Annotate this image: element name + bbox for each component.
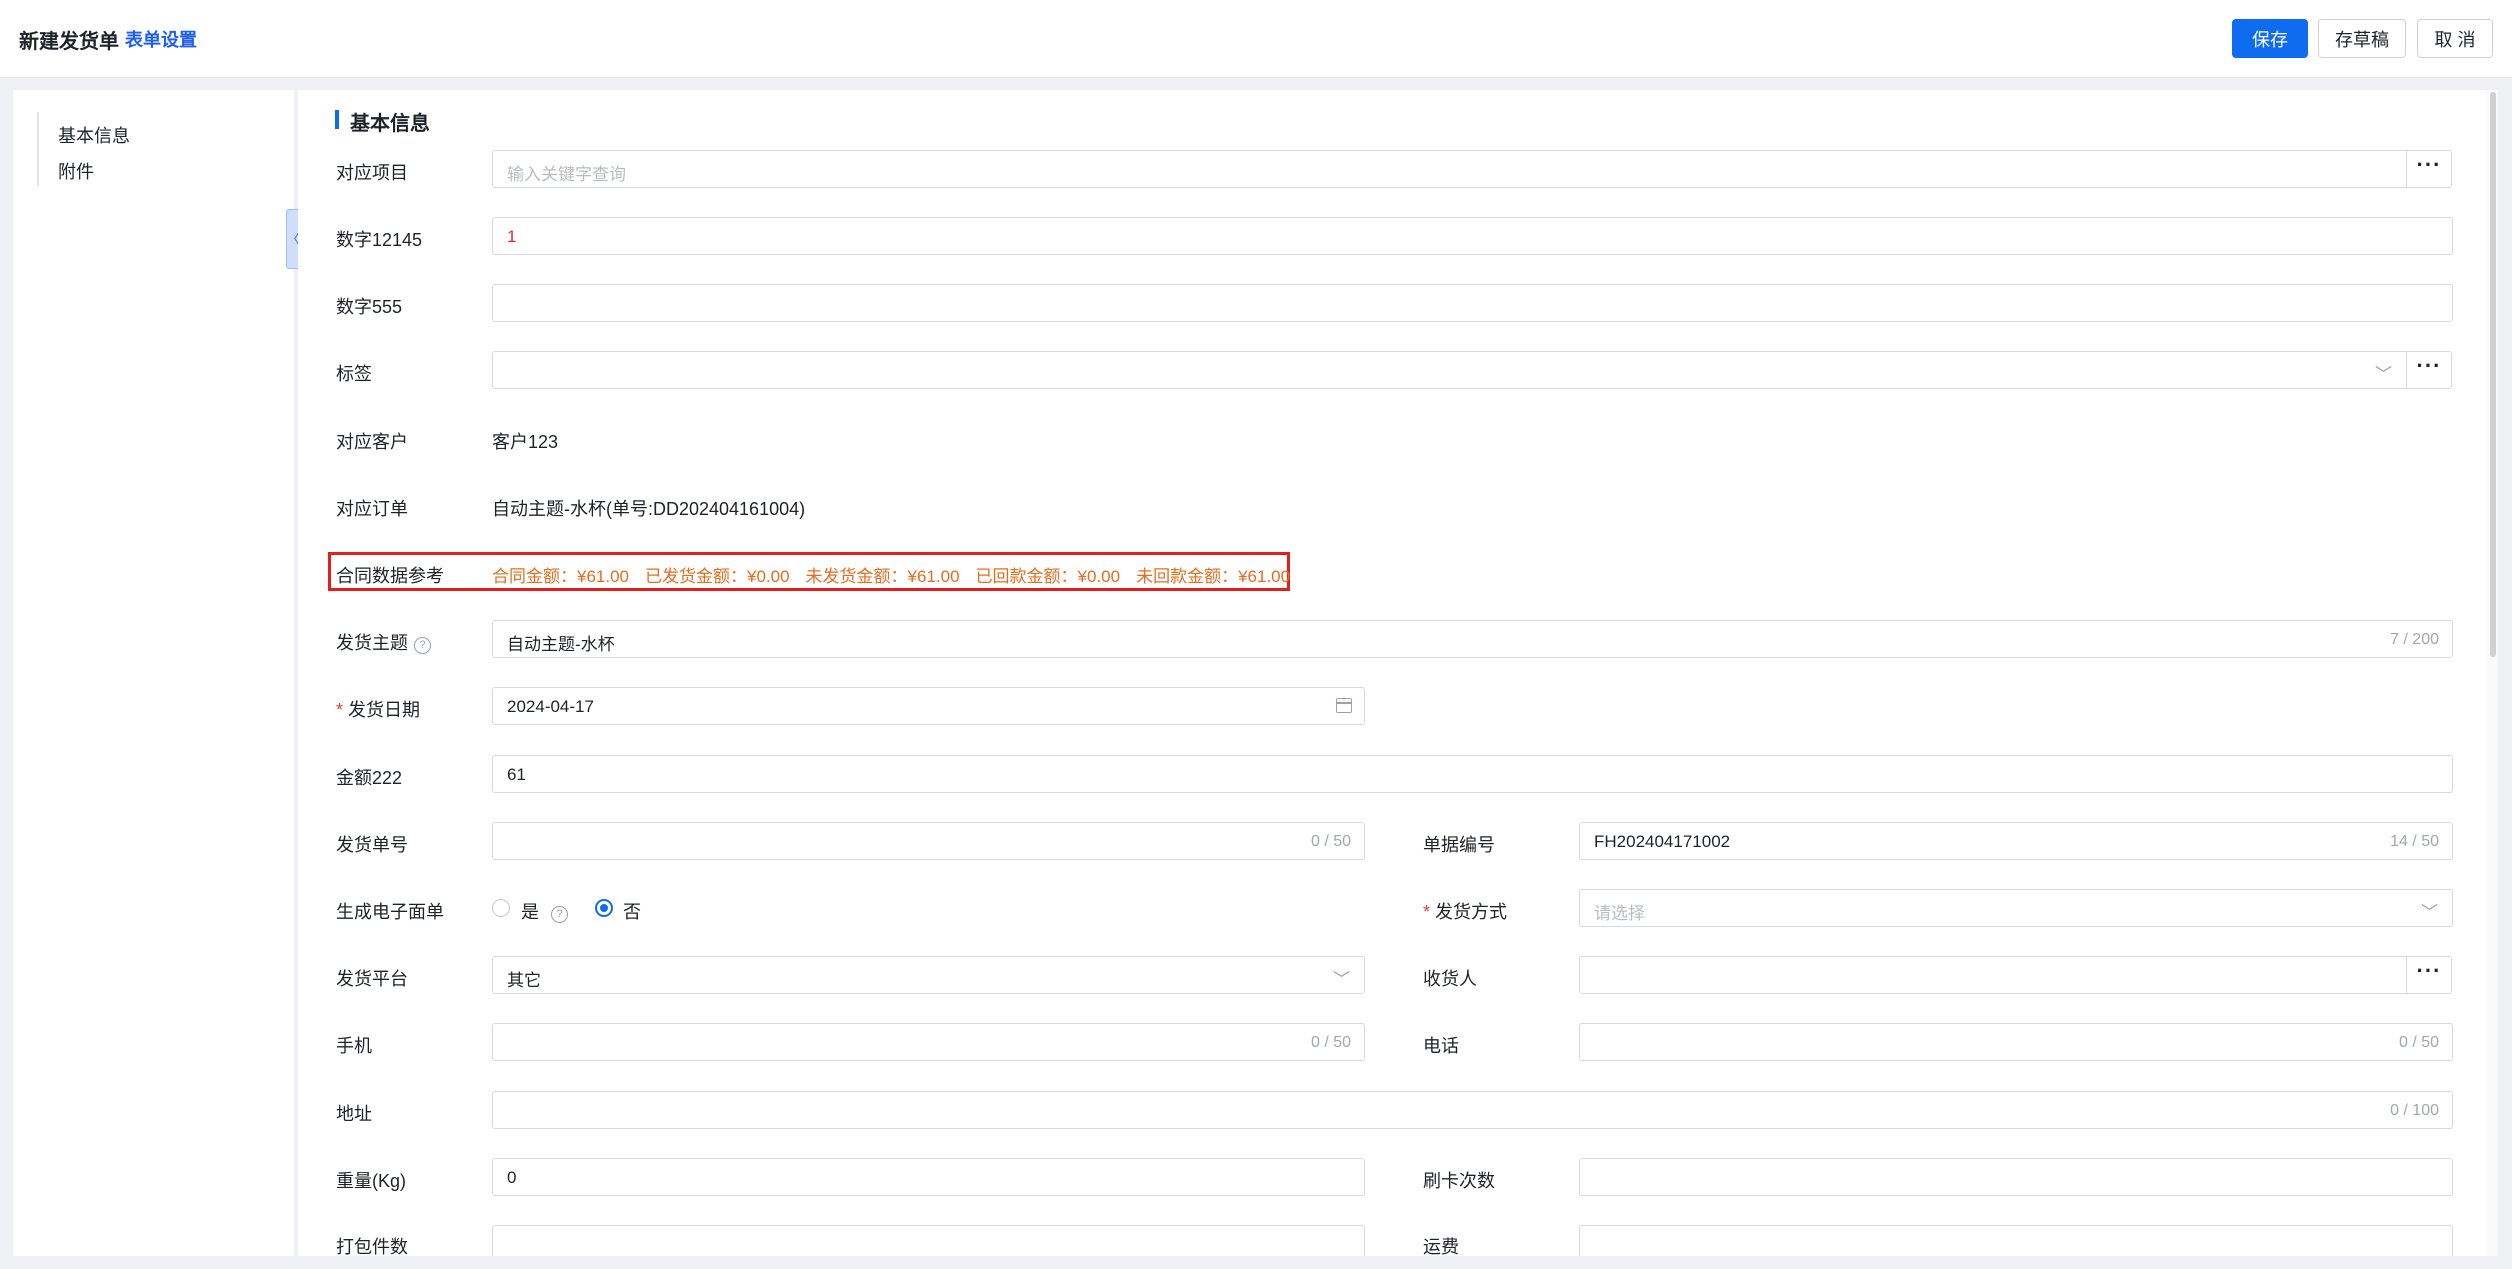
tags-label: 标签 (336, 364, 372, 384)
section-title: 基本信息 (350, 113, 430, 135)
form-settings-link[interactable]: 表单设置 (125, 26, 197, 52)
receiver-more-button[interactable]: ··· (2406, 956, 2452, 994)
contract-ref-label: 合同数据参考 (336, 566, 444, 586)
mobile-input[interactable]: 0 / 50 (492, 1023, 1365, 1061)
project-placeholder: 输入关键字查询 (507, 165, 626, 184)
num12145-value: 1 (507, 227, 517, 246)
doc-no-label: 单据编号 (1423, 835, 1495, 855)
nav-item-attachments[interactable]: 附件 (58, 158, 94, 184)
ship-method-label: * 发货方式 (1423, 902, 1508, 922)
doc-no-counter: 14 / 50 (2390, 833, 2439, 850)
nav-item-basic-info[interactable]: 基本信息 (58, 122, 130, 148)
e-waybill-yes-radio[interactable] (492, 899, 510, 917)
cancel-button[interactable]: 取 消 (2417, 19, 2493, 58)
project-more-button[interactable]: ··· (2406, 150, 2452, 188)
help-icon[interactable]: ? (414, 637, 431, 654)
ship-method-placeholder: 请选择 (1594, 904, 1645, 923)
num555-input[interactable] (492, 284, 2453, 322)
freight-input[interactable] (1579, 1225, 2453, 1256)
calendar-icon (1336, 698, 1352, 713)
project-search-input[interactable]: 输入关键字查询 (492, 150, 2407, 188)
received-amount: 已回款金额：¥0.00 (975, 567, 1121, 586)
order-label: 对应订单 (336, 499, 408, 519)
scrollbar-thumb[interactable] (2490, 92, 2496, 657)
weight-label: 重量(Kg) (336, 1171, 407, 1191)
ship-date-value: 2024-04-17 (507, 697, 594, 716)
platform-select[interactable]: 其它 ﹀ (492, 956, 1365, 994)
ship-no-label: 发货单号 (336, 835, 408, 855)
ship-no-counter: 0 / 50 (1310, 833, 1351, 850)
tags-more-button[interactable]: ··· (2406, 351, 2452, 389)
nav-indicator-line (37, 112, 39, 186)
ship-method-select[interactable]: 请选择 ﹀ (1579, 889, 2453, 927)
card-times-input[interactable] (1579, 1158, 2453, 1196)
subject-input[interactable]: 自动主题-水杯 7 / 200 (492, 620, 2453, 658)
amount-input[interactable]: 61 (492, 755, 2453, 793)
help-icon[interactable]: ? (551, 906, 568, 923)
weight-input[interactable]: 0 (492, 1158, 1365, 1196)
e-waybill-yes-label: 是? (521, 898, 568, 924)
freight-label: 运费 (1423, 1237, 1459, 1257)
packages-label: 打包件数 (336, 1237, 408, 1257)
doc-no-input[interactable]: FH202404171002 14 / 50 (1579, 822, 2453, 860)
e-waybill-label: 生成电子面单 (336, 902, 444, 922)
mobile-counter: 0 / 50 (1310, 1034, 1351, 1051)
save-draft-button[interactable]: 存草稿 (2318, 19, 2406, 58)
num555-label: 数字555 (336, 297, 403, 317)
platform-label: 发货平台 (336, 969, 408, 989)
ship-date-picker[interactable]: 2024-04-17 (492, 687, 1365, 725)
mobile-label: 手机 (336, 1036, 372, 1056)
subject-counter: 7 / 200 (2390, 631, 2439, 648)
weight-value: 0 (507, 1168, 517, 1187)
save-button[interactable]: 保存 (2232, 19, 2308, 58)
e-waybill-no-label: 否 (623, 902, 641, 922)
e-waybill-no-radio[interactable] (595, 899, 613, 917)
ship-no-input[interactable]: 0 / 50 (492, 822, 1365, 860)
order-value: 自动主题-水杯(单号:DD202404161004) (492, 499, 806, 519)
chevron-down-icon: ﹀ (1333, 970, 1350, 989)
amount-label: 金额222 (336, 768, 403, 788)
receiver-label: 收货人 (1423, 969, 1477, 989)
ship-date-label: * 发货日期 (336, 700, 421, 720)
contract-ref-values: 合同金额：¥61.00 已发货金额：¥0.00 未发货金额：¥61.00 已回款金额：… (492, 562, 1306, 587)
packages-input[interactable] (492, 1225, 1365, 1256)
chevron-down-icon: ﹀ (2421, 903, 2438, 922)
platform-value: 其它 (507, 971, 541, 990)
subject-value: 自动主题-水杯 (507, 635, 615, 654)
num12145-input[interactable]: 1 (492, 217, 2453, 255)
doc-no-value: FH202404171002 (1594, 832, 1731, 851)
customer-value: 客户123 (492, 432, 559, 452)
subject-label: 发货主题? (336, 629, 431, 655)
chevron-down-icon: ﹀ (2375, 365, 2392, 384)
project-label: 对应项目 (336, 163, 408, 183)
receiver-input[interactable] (1579, 956, 2407, 994)
address-input[interactable]: 0 / 100 (492, 1091, 2453, 1129)
address-label: 地址 (336, 1104, 372, 1124)
address-counter: 0 / 100 (2390, 1102, 2439, 1119)
page-title: 新建发货单 (19, 31, 119, 53)
header-bar: 新建发货单 表单设置 保存 存草稿 取 消 (0, 0, 2512, 78)
shipped-amount: 已发货金额：¥0.00 (645, 567, 790, 586)
form-panel (298, 90, 2498, 1256)
card-times-label: 刷卡次数 (1423, 1171, 1495, 1191)
contract-amount: 合同金额：¥61.00 (492, 567, 629, 586)
phone-input[interactable]: 0 / 50 (1579, 1023, 2453, 1061)
unshipped-amount: 未发货金额：¥61.00 (805, 567, 960, 586)
section-nav: 基本信息 附件 (13, 90, 294, 1256)
num12145-label: 数字12145 (336, 230, 423, 250)
customer-label: 对应客户 (336, 432, 408, 452)
phone-counter: 0 / 50 (2398, 1034, 2439, 1051)
tags-select[interactable]: ﹀ (492, 351, 2407, 389)
phone-label: 电话 (1423, 1036, 1459, 1056)
unreceived-amount: 未回款金额：¥61.00 (1136, 567, 1291, 586)
amount-value: 61 (507, 765, 526, 784)
